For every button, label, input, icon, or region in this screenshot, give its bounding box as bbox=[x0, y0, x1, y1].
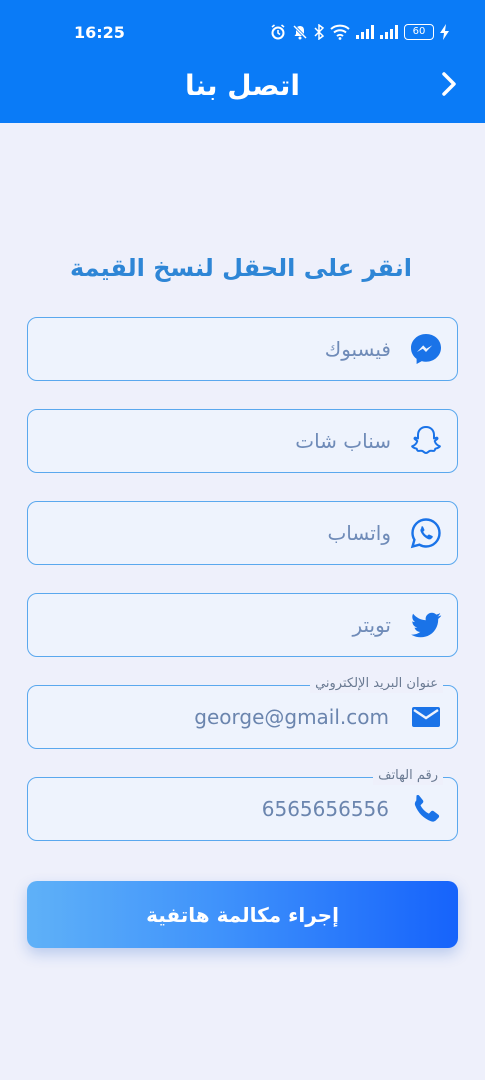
wifi-icon bbox=[330, 24, 350, 40]
status-icons: 60 bbox=[270, 22, 449, 42]
chevron-right-icon bbox=[439, 70, 459, 102]
email-field[interactable]: عنوان البريد الإلكتروني george@gmail.com bbox=[27, 675, 458, 749]
battery-icon: 60 bbox=[404, 24, 434, 40]
snapchat-field[interactable]: سناب شات bbox=[27, 409, 458, 473]
app-header: 16:25 60 اتصل بنا bbox=[0, 0, 485, 123]
twitter-field[interactable]: تويتر bbox=[27, 593, 458, 657]
email-value: george@gmail.com bbox=[194, 705, 389, 729]
whatsapp-icon bbox=[409, 516, 443, 550]
call-button-label: إجراء مكالمة هاتفية bbox=[146, 902, 339, 927]
back-button[interactable] bbox=[432, 68, 466, 104]
mail-icon bbox=[409, 700, 443, 734]
snapchat-icon bbox=[409, 424, 443, 458]
messenger-icon bbox=[409, 332, 443, 366]
page-title: اتصل بنا bbox=[185, 69, 300, 102]
signal-icon bbox=[356, 25, 374, 39]
mute-icon bbox=[292, 24, 308, 40]
call-button[interactable]: إجراء مكالمة هاتفية bbox=[27, 881, 458, 948]
bluetooth-icon bbox=[314, 24, 324, 40]
phone-icon bbox=[409, 792, 443, 826]
whatsapp-label: واتساب bbox=[327, 521, 391, 545]
twitter-icon bbox=[409, 608, 443, 642]
facebook-label: فيسبوك bbox=[324, 337, 391, 361]
snapchat-label: سناب شات bbox=[295, 429, 391, 453]
charging-icon bbox=[440, 24, 449, 40]
alarm-icon bbox=[270, 24, 286, 40]
twitter-label: تويتر bbox=[352, 613, 391, 637]
status-bar: 16:25 60 bbox=[0, 0, 485, 64]
status-time: 16:25 bbox=[74, 23, 125, 42]
signal-icon bbox=[380, 25, 398, 39]
phone-field[interactable]: رقم الهاتف 6565656556 bbox=[27, 767, 458, 841]
facebook-field[interactable]: فيسبوك bbox=[27, 317, 458, 381]
instruction-text: انقر على الحقل لنسخ القيمة bbox=[69, 254, 412, 282]
whatsapp-field[interactable]: واتساب bbox=[27, 501, 458, 565]
phone-value: 6565656556 bbox=[261, 797, 389, 821]
